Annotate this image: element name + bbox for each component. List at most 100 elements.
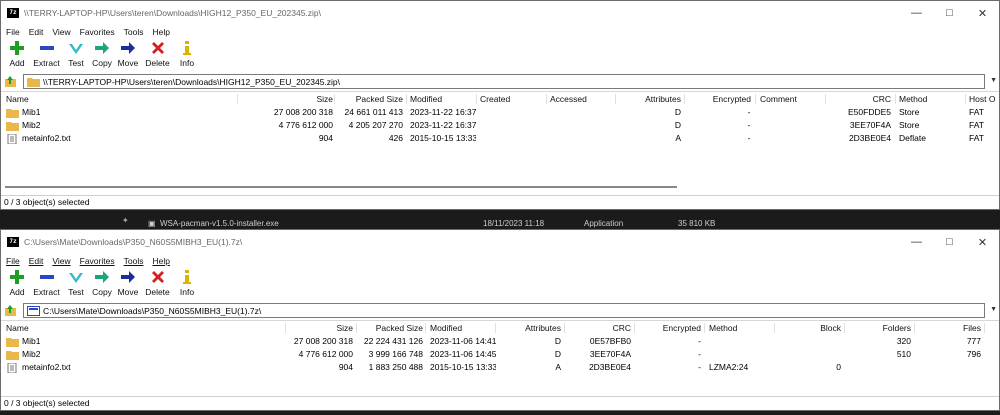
col-files[interactable]: Files — [915, 321, 981, 335]
col-attributes[interactable]: Attributes — [495, 321, 561, 335]
col-packed-size[interactable]: Packed Size — [335, 92, 403, 106]
menu-edit[interactable]: Edit — [29, 27, 44, 37]
menu-file[interactable]: File — [6, 27, 20, 37]
table-row[interactable]: Mib2 4 776 612 000 3 999 166 748 2023-11… — [1, 348, 999, 361]
row-size: 27 008 200 318 — [293, 336, 353, 346]
minimize-button[interactable]: — — [900, 230, 933, 254]
menu-tools[interactable]: Tools — [124, 256, 144, 266]
col-encrypted[interactable]: Encrypted — [635, 321, 701, 335]
col-name[interactable]: Name — [6, 92, 206, 106]
col-accessed[interactable]: Accessed — [550, 92, 616, 106]
folder-icon — [6, 337, 19, 347]
row-size: 4 776 612 000 — [298, 349, 353, 359]
col-method[interactable]: Method — [899, 92, 965, 106]
address-text: C:\Users\Mate\Downloads\P350_N60S5MIBH3_… — [43, 305, 262, 316]
folder-icon — [6, 108, 19, 118]
table-row[interactable]: metainfo2.txt 904 1 883 250 488 2015-10-… — [1, 361, 999, 374]
address-input[interactable]: C:\Users\Mate\Downloads\P350_N60S5MIBH3_… — [23, 303, 985, 318]
test-label: Test — [68, 287, 84, 297]
menu-edit[interactable]: Edit — [29, 256, 44, 266]
delete-button[interactable]: Delete — [142, 269, 173, 297]
col-folders[interactable]: Folders — [845, 321, 911, 335]
col-packed-size[interactable]: Packed Size — [355, 321, 423, 335]
menu-view[interactable]: View — [52, 27, 70, 37]
col-comment[interactable]: Comment — [760, 92, 826, 106]
table-row[interactable]: Mib2 4 776 612 000 4 205 207 270 2023-11… — [1, 119, 999, 132]
text-file-icon — [7, 362, 17, 373]
col-encrypted[interactable]: Encrypted — [685, 92, 751, 106]
col-crc[interactable]: CRC — [567, 321, 631, 335]
address-input[interactable]: \\TERRY-LAPTOP-HP\Users\teren\Downloads\… — [23, 74, 985, 89]
menu-view[interactable]: View — [52, 256, 70, 266]
col-host-os[interactable]: Host O — [969, 92, 999, 106]
move-button[interactable]: Move — [116, 40, 140, 68]
menu-tools[interactable]: Tools — [124, 27, 144, 37]
close-button[interactable]: ✕ — [966, 230, 999, 254]
row-attributes: A — [675, 133, 681, 143]
col-crc[interactable]: CRC — [827, 92, 891, 106]
add-label: Add — [9, 287, 25, 297]
add-button[interactable]: Add — [5, 269, 29, 297]
archive-icon — [27, 305, 40, 316]
address-bar: \\TERRY-LAPTOP-HP\Users\teren\Downloads\… — [1, 73, 999, 91]
info-label: Info — [179, 287, 195, 297]
horizontal-scrollbar[interactable] — [5, 186, 677, 188]
row-host-os: FAT — [969, 107, 984, 117]
row-packed-size: 4 205 207 270 — [348, 120, 403, 130]
maximize-button[interactable]: □ — [933, 1, 966, 25]
row-modified: 2023-11-06 14:41 — [430, 336, 496, 346]
close-button[interactable]: ✕ — [966, 1, 999, 25]
test-button[interactable]: Test — [64, 269, 88, 297]
copy-arrow-icon — [93, 269, 111, 285]
window-title: C:\Users\Mate\Downloads\P350_N60S5MIBH3_… — [24, 237, 243, 247]
title-bar[interactable]: 7z C:\Users\Mate\Downloads\P350_N60S5MIB… — [1, 230, 999, 254]
col-block[interactable]: Block — [775, 321, 841, 335]
maximize-button[interactable]: □ — [933, 230, 966, 254]
menu-favorites[interactable]: Favorites — [80, 27, 115, 37]
toolbar: Add Extract Test Copy Move Delete Info — [1, 38, 999, 73]
up-folder-icon[interactable] — [5, 76, 17, 88]
delete-button[interactable]: Delete — [142, 40, 173, 68]
col-size[interactable]: Size — [261, 321, 353, 335]
address-bar: C:\Users\Mate\Downloads\P350_N60S5MIBH3_… — [1, 302, 999, 320]
table-row[interactable]: Mib1 27 008 200 318 22 224 431 126 2023-… — [1, 335, 999, 348]
copy-label: Copy — [92, 58, 112, 68]
menu-help[interactable]: Help — [152, 256, 169, 266]
row-files: 777 — [966, 336, 981, 346]
copy-arrow-icon — [93, 40, 111, 56]
menu-help[interactable]: Help — [152, 27, 169, 37]
up-folder-icon[interactable] — [5, 305, 17, 317]
row-size: 4 776 612 000 — [278, 120, 333, 130]
extract-button[interactable]: Extract — [31, 40, 62, 68]
row-modified: 2015-10-15 13:33 — [410, 133, 476, 143]
title-bar[interactable]: 7z \\TERRY-LAPTOP-HP\Users\teren\Downloa… — [1, 1, 999, 25]
add-button[interactable]: Add — [5, 40, 29, 68]
info-button[interactable]: Info — [175, 269, 199, 297]
col-method[interactable]: Method — [709, 321, 775, 335]
minimize-button[interactable]: — — [900, 1, 933, 25]
copy-button[interactable]: Copy — [90, 269, 114, 297]
row-files: 796 — [966, 349, 981, 359]
table-row[interactable]: metainfo2.txt 904 426 2015-10-15 13:33 A… — [1, 132, 999, 145]
copy-button[interactable]: Copy — [90, 40, 114, 68]
menu-file[interactable]: File — [6, 256, 20, 266]
table-row[interactable]: Mib1 27 008 200 318 24 661 011 413 2023-… — [1, 106, 999, 119]
folder-icon — [27, 77, 40, 87]
row-method: Store — [899, 120, 920, 130]
chevron-down-icon[interactable]: ▼ — [990, 306, 997, 313]
info-button[interactable]: Info — [175, 40, 199, 68]
extract-button[interactable]: Extract — [31, 269, 62, 297]
col-modified[interactable]: Modified — [430, 321, 496, 335]
plus-icon — [8, 269, 26, 285]
col-created[interactable]: Created — [480, 92, 546, 106]
chevron-down-icon[interactable]: ▼ — [990, 77, 997, 84]
menu-favorites[interactable]: Favorites — [80, 256, 115, 266]
move-button[interactable]: Move — [116, 269, 140, 297]
col-name[interactable]: Name — [6, 321, 206, 335]
col-attributes[interactable]: Attributes — [613, 92, 681, 106]
row-encrypted: - — [698, 336, 701, 346]
archive-window-zip: 7z \\TERRY-LAPTOP-HP\Users\teren\Downloa… — [0, 0, 1000, 210]
col-modified[interactable]: Modified — [410, 92, 476, 106]
test-button[interactable]: Test — [64, 40, 88, 68]
col-size[interactable]: Size — [241, 92, 333, 106]
